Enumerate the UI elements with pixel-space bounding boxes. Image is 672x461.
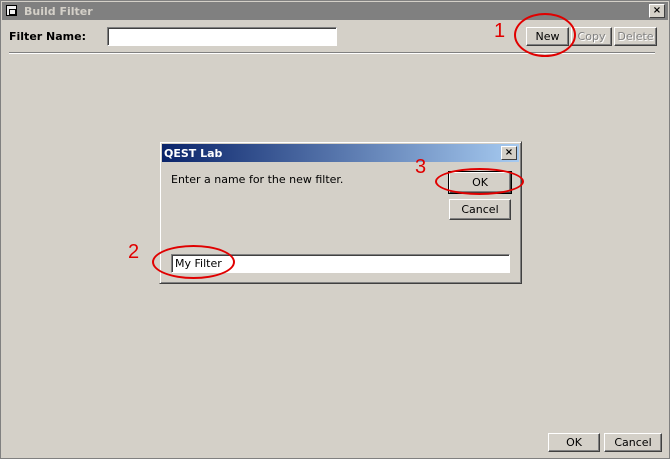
close-icon: × bbox=[504, 147, 514, 158]
dialog-cancel-button[interactable]: Cancel bbox=[449, 199, 511, 220]
filter-name-label: Filter Name: bbox=[9, 30, 86, 43]
dialog-title: QEST Lab bbox=[164, 147, 223, 160]
ok-button[interactable]: OK bbox=[548, 433, 600, 452]
header-separator bbox=[9, 52, 655, 54]
dialog-ok-button[interactable]: OK bbox=[448, 171, 512, 194]
window-title: Build Filter bbox=[24, 5, 93, 18]
window-close-button[interactable]: × bbox=[649, 4, 665, 18]
close-icon: × bbox=[652, 5, 662, 16]
copy-button[interactable]: Copy bbox=[571, 27, 612, 46]
delete-button[interactable]: Delete bbox=[614, 27, 657, 46]
annotation-step-2: 2 bbox=[128, 241, 140, 263]
build-filter-titlebar[interactable]: Build Filter × bbox=[2, 2, 668, 20]
form-window-icon bbox=[6, 5, 17, 16]
dialog-close-button[interactable]: × bbox=[501, 146, 517, 160]
dialog-titlebar[interactable]: QEST Lab × bbox=[162, 144, 519, 162]
annotation-step-3: 3 bbox=[415, 156, 427, 178]
filter-name-input[interactable] bbox=[107, 27, 337, 46]
new-filter-dialog: QEST Lab × Enter a name for the new filt… bbox=[159, 141, 522, 284]
dialog-prompt-text: Enter a name for the new filter. bbox=[171, 173, 344, 186]
annotation-step-1: 1 bbox=[494, 20, 506, 42]
new-button[interactable]: New bbox=[526, 27, 569, 46]
new-filter-name-input[interactable] bbox=[171, 254, 510, 273]
cancel-button[interactable]: Cancel bbox=[604, 433, 662, 452]
